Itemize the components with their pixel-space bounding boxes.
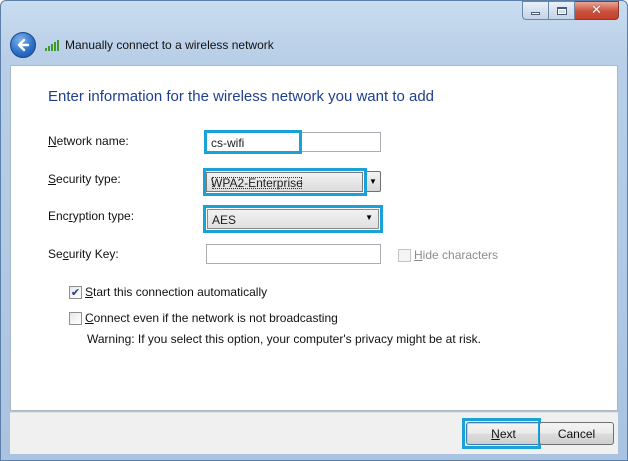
security-key-input[interactable] [206,244,381,264]
wireless-signal-icon [45,39,60,51]
security-type-dropdown-button[interactable]: ▼ [365,171,381,192]
security-type-select[interactable]: WPA2-Enterprise [206,172,363,192]
security-type-value: WPA2-Enterprise [211,176,303,190]
security-key-label: Security Key: [48,247,119,261]
content-panel: Enter information for the wireless netwo… [10,65,618,411]
cancel-button[interactable]: Cancel [539,422,614,445]
network-name-input[interactable]: cs-wifi [206,132,381,152]
encryption-type-value: AES [212,213,237,227]
privacy-warning-text: Warning: If you select this option, your… [87,332,482,346]
chevron-down-icon: ▼ [365,213,373,222]
maximize-button[interactable] [549,1,575,20]
encryption-type-select[interactable]: AES ▼ [207,209,379,229]
window-title: Manually connect to a wireless network [65,38,274,52]
minimize-icon [531,11,540,15]
start-automatically-label: Start this connection automatically [85,285,268,299]
chevron-down-icon: ▼ [369,177,377,186]
caption-buttons: ✕ [522,1,619,20]
security-type-label: Security type: [48,172,121,186]
dialog-window: ✕ Manually connect to a wireless network… [0,0,628,461]
start-automatically-checkbox[interactable]: ✔ [69,286,82,299]
hide-characters-label: Hide characters [414,248,499,262]
back-arrow-icon [17,38,30,52]
minimize-button[interactable] [522,1,549,20]
connect-not-broadcasting-checkbox[interactable] [69,312,82,325]
close-icon: ✕ [591,3,602,18]
network-name-label: Network name: [48,134,129,148]
connect-not-broadcasting-label: Connect even if the network is not broad… [85,311,338,325]
back-button[interactable] [10,32,36,58]
next-button[interactable]: Next [466,422,541,445]
encryption-type-label: Encryption type: [48,209,135,223]
page-heading: Enter information for the wireless netwo… [48,88,435,105]
hide-characters-checkbox[interactable] [398,249,411,262]
title-bar: Manually connect to a wireless network [10,31,274,59]
maximize-icon [556,6,567,15]
button-bar: Next Cancel [10,412,618,454]
checkmark-icon: ✔ [70,286,81,299]
close-button[interactable]: ✕ [575,1,619,20]
